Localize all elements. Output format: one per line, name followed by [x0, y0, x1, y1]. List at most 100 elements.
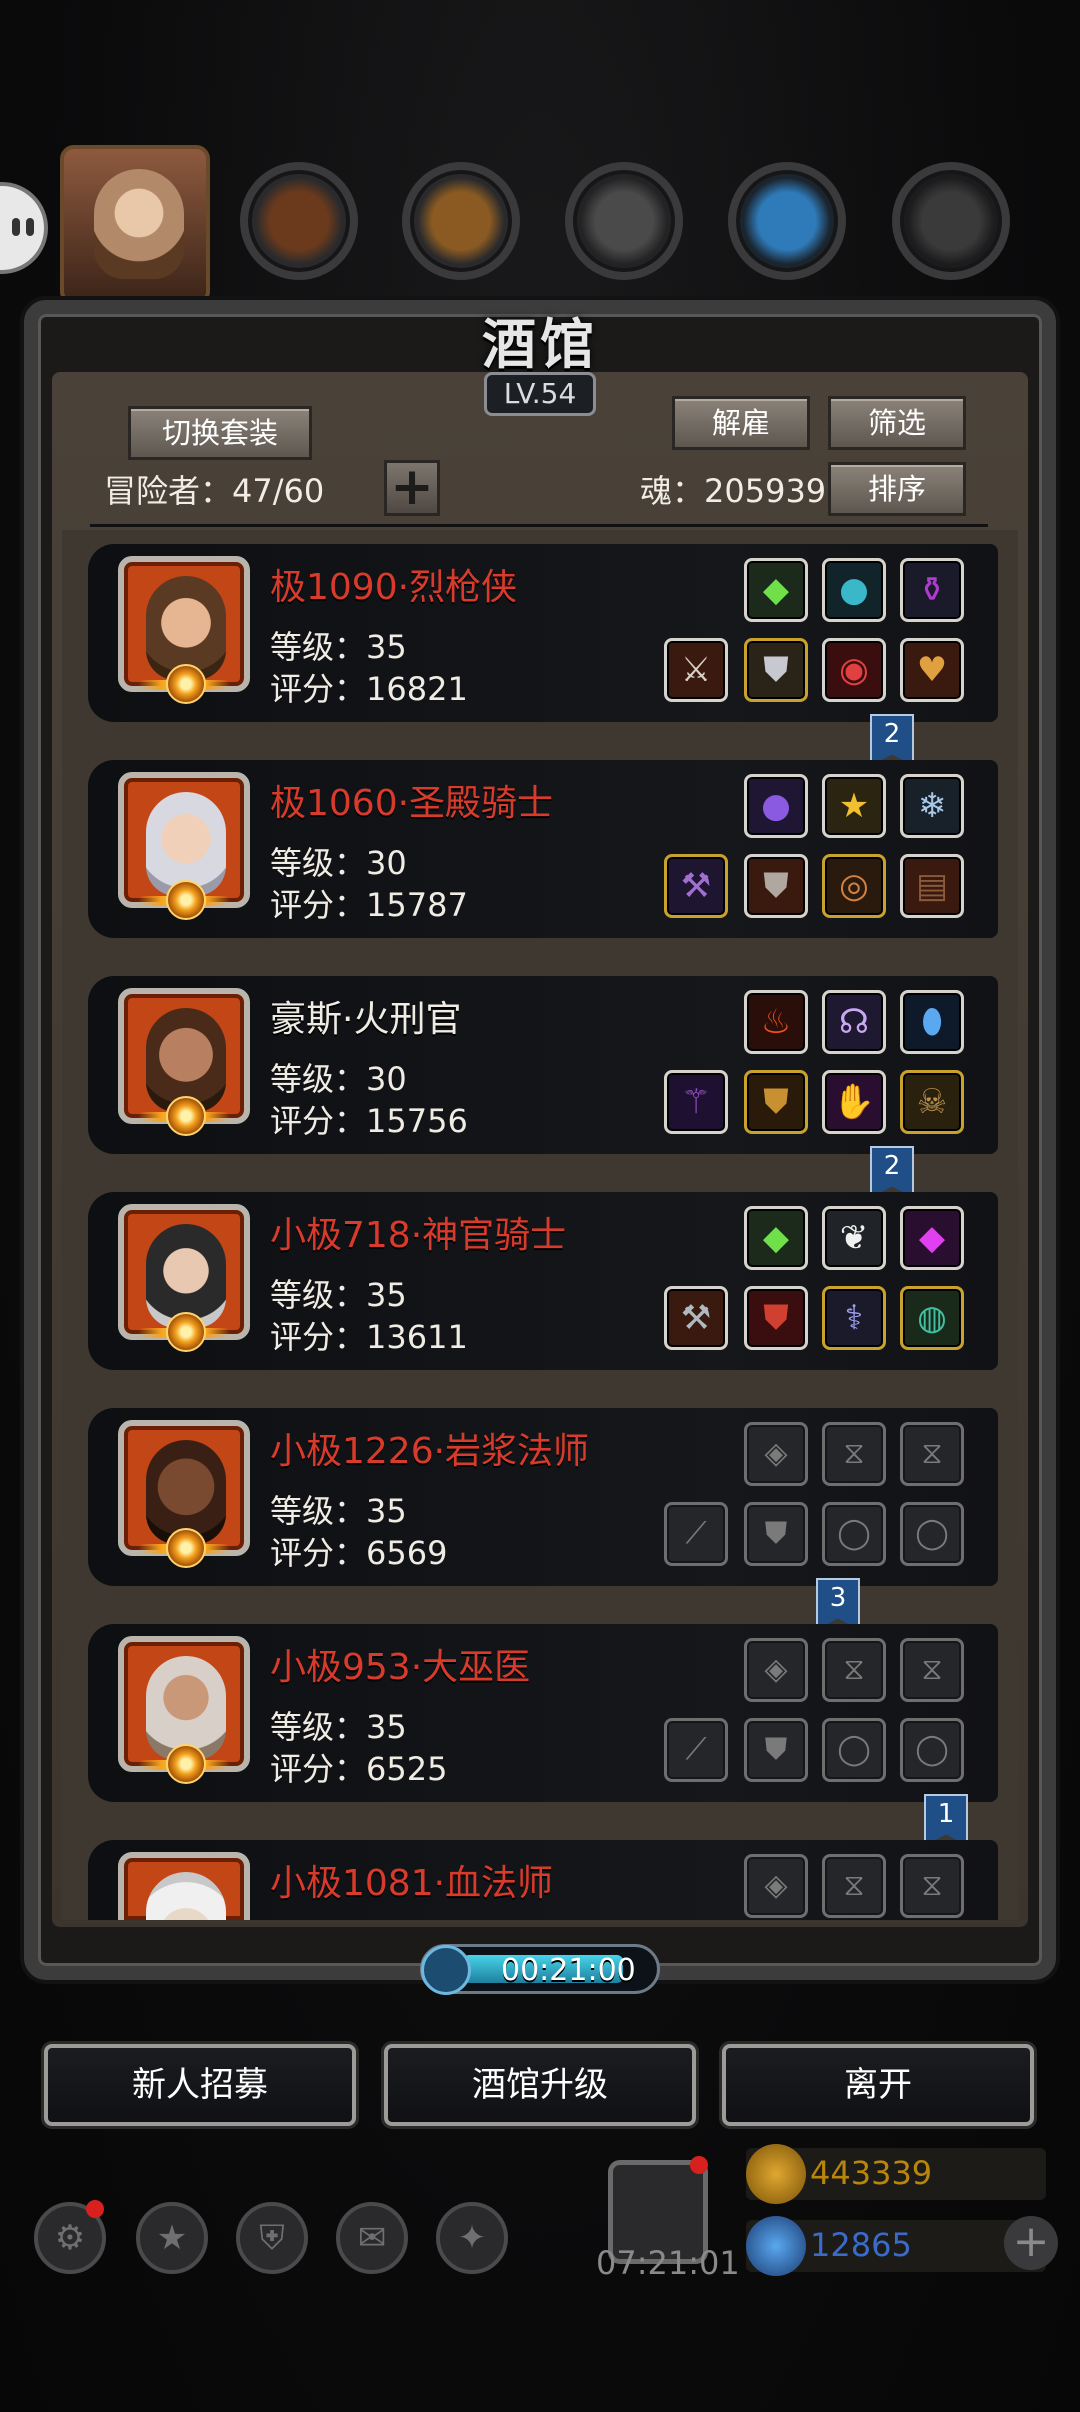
- hero-card[interactable]: 小极718·神官骑士 等级：35 评分：13611 ◆ ❦ ◆ ⚒ ⛊ ⚕ ◍: [88, 1192, 998, 1370]
- hero-name: 豪斯·火刑官: [270, 999, 462, 1040]
- mace-weapon-icon[interactable]: ⚒: [664, 854, 728, 918]
- magic-gauntlet-icon[interactable]: ✋: [822, 1070, 886, 1134]
- jellyfish-icon[interactable]: ☊: [822, 990, 886, 1054]
- hero-name: 极1060·圣殿骑士: [270, 783, 554, 824]
- gift-timer: 07:21:01: [596, 2244, 740, 2282]
- guild-icon[interactable]: ⛨: [236, 2202, 308, 2274]
- bracelet-icon[interactable]: ◎: [822, 854, 886, 918]
- hero-name: 小极1081·血法师: [270, 1863, 554, 1904]
- map-icon[interactable]: ✦: [436, 2202, 508, 2274]
- empty-ring-slot-icon[interactable]: ◯: [900, 1718, 964, 1782]
- recruit-button[interactable]: 新人招募: [44, 2044, 356, 2126]
- dismiss-button[interactable]: 解雇: [672, 396, 810, 450]
- hero-card[interactable]: 豪斯·火刑官 等级：30 评分：15756 ♨ ☊ ⬮ ⚚ ⛊ ✋ ☠: [88, 976, 998, 1154]
- rank-emblem-icon: [138, 662, 230, 714]
- rank-emblem-icon: [138, 878, 230, 930]
- empty-ring-slot-icon[interactable]: ◯: [822, 1718, 886, 1782]
- chest-armor-icon[interactable]: ⛊: [744, 854, 808, 918]
- spear-weapon-icon[interactable]: ⚔: [664, 638, 728, 702]
- hero-card[interactable]: 小极953·大巫医 等级：35 评分：6525 ◈ ⧖ ⧖ ⟋ ⛊ ◯ ◯: [88, 1624, 998, 1802]
- purple-gem-icon[interactable]: ◆: [900, 1206, 964, 1270]
- green-crystal-icon[interactable]: ◆: [744, 1206, 808, 1270]
- leave-button[interactable]: 离开: [722, 2044, 1034, 2126]
- switch-outfit-button[interactable]: 切换套装: [128, 406, 312, 460]
- hero-card[interactable]: 小极1081·血法师 ◈ ⧖ ⧖: [88, 1840, 998, 1920]
- clock-icon: [421, 1945, 471, 1995]
- empty-ring-slot-icon[interactable]: ◯: [900, 1502, 964, 1566]
- notification-dot: [690, 2156, 708, 2174]
- empty-ring-slot-icon[interactable]: ◯: [822, 1502, 886, 1566]
- empty-hourglass-slot-icon[interactable]: ⧖: [822, 1638, 886, 1702]
- resource-crystal-icon: [728, 162, 846, 280]
- staff-weapon-icon[interactable]: ⚚: [664, 1070, 728, 1134]
- ring-icon[interactable]: ◉: [822, 638, 886, 702]
- hero-card[interactable]: 极1090·烈枪侠 等级：35 评分：16821 ◆ ● ⚱ ⚔ ⛊ ◉ ♥: [88, 544, 998, 722]
- empty-hourglass-slot-icon[interactable]: ⧖: [822, 1854, 886, 1918]
- resource-wood-icon: [240, 162, 358, 280]
- empty-weapon-slot-icon[interactable]: ⟋: [664, 1718, 728, 1782]
- divider: [90, 524, 988, 527]
- golden-armor-icon[interactable]: ⛊: [744, 1070, 808, 1134]
- hero-score: 评分：6569: [270, 1534, 448, 1572]
- skull-charm-icon[interactable]: ☠: [900, 1070, 964, 1134]
- empty-hourglass-slot-icon[interactable]: ⧖: [822, 1422, 886, 1486]
- hero-card[interactable]: 极1060·圣殿骑士 等级：30 评分：15787 ● ★ ❄ ⚒ ⛊ ◎ ▤: [88, 760, 998, 938]
- necklace-icon[interactable]: ♥: [900, 638, 964, 702]
- add-slot-button[interactable]: +: [384, 460, 440, 516]
- wing-feather-icon[interactable]: ❦: [822, 1206, 886, 1270]
- gold-coin-icon: [746, 2144, 806, 2204]
- sort-button[interactable]: 排序: [828, 462, 966, 516]
- potion-icon[interactable]: ⚱: [900, 558, 964, 622]
- empty-weapon-slot-icon[interactable]: ⟋: [664, 1502, 728, 1566]
- fire-orb-icon[interactable]: ♨: [744, 990, 808, 1054]
- hero-level: 等级：30: [270, 1060, 407, 1098]
- hero-card[interactable]: 小极1226·岩浆法师 等级：35 评分：6569 ◈ ⧖ ⧖ ⟋ ⛊ ◯ ◯: [88, 1408, 998, 1586]
- mail-icon[interactable]: ✉: [336, 2202, 408, 2274]
- hero-portrait: [118, 1852, 250, 1920]
- book-icon[interactable]: ▤: [900, 854, 964, 918]
- upgrade-tavern-button[interactable]: 酒馆升级: [384, 2044, 696, 2126]
- resource-plank-icon: [402, 162, 520, 280]
- hero-name: 小极1226·岩浆法师: [270, 1431, 590, 1472]
- empty-hourglass-slot-icon[interactable]: ⧖: [900, 1422, 964, 1486]
- empty-armor-slot-icon[interactable]: ⛊: [744, 1502, 808, 1566]
- hero-name: 极1090·烈枪侠: [270, 567, 518, 608]
- player-avatar[interactable]: [60, 145, 210, 305]
- red-armor-icon[interactable]: ⛊: [744, 1286, 808, 1350]
- hero-name: 小极718·神官骑士: [270, 1215, 567, 1256]
- rank-emblem-icon: [138, 1310, 230, 1362]
- green-crystal-icon[interactable]: ◆: [744, 558, 808, 622]
- adventurer-count: 冒险者：47/60: [104, 472, 325, 510]
- gem-display: 12865: [746, 2216, 1046, 2276]
- empty-orb-slot-icon[interactable]: ◈: [744, 1638, 808, 1702]
- gold-display: 443339: [746, 2144, 1046, 2204]
- hero-score: 评分：13611: [270, 1318, 468, 1356]
- blue-egg-icon[interactable]: ⬮: [900, 990, 964, 1054]
- empty-orb-slot-icon[interactable]: ◈: [744, 1854, 808, 1918]
- tavern-timer: 00:21:00: [420, 1944, 660, 1995]
- turquoise-stone-icon[interactable]: ●: [822, 558, 886, 622]
- star-gem-icon[interactable]: ★: [822, 774, 886, 838]
- empty-armor-slot-icon[interactable]: ⛊: [744, 1718, 808, 1782]
- hammer-weapon-icon[interactable]: ⚒: [664, 1286, 728, 1350]
- timer-text: 00:21:00: [501, 1953, 636, 1988]
- hero-name: 小极953·大巫医: [270, 1647, 531, 1688]
- filter-button[interactable]: 筛选: [828, 396, 966, 450]
- empty-hourglass-slot-icon[interactable]: ⧖: [900, 1854, 964, 1918]
- purple-orb-icon[interactable]: ●: [744, 774, 808, 838]
- empty-orb-slot-icon[interactable]: ◈: [744, 1422, 808, 1486]
- ice-crystal-icon[interactable]: ❄: [900, 774, 964, 838]
- hero-level: 等级：35: [270, 628, 407, 666]
- scepter-icon[interactable]: ⚕: [822, 1286, 886, 1350]
- add-currency-button[interactable]: +: [1004, 2216, 1058, 2270]
- armor-icon[interactable]: ⛊: [744, 638, 808, 702]
- empty-hourglass-slot-icon[interactable]: ⧖: [900, 1638, 964, 1702]
- resource-steel-icon: [892, 162, 1010, 280]
- hero-level: 等级：35: [270, 1492, 407, 1530]
- hero-score: 评分：15756: [270, 1102, 468, 1140]
- rank-emblem-icon: [138, 1742, 230, 1794]
- amulet-icon[interactable]: ◍: [900, 1286, 964, 1350]
- achievement-icon[interactable]: ★: [136, 2202, 208, 2274]
- hero-score: 评分：6525: [270, 1750, 448, 1788]
- gold-value: 443339: [810, 2154, 933, 2192]
